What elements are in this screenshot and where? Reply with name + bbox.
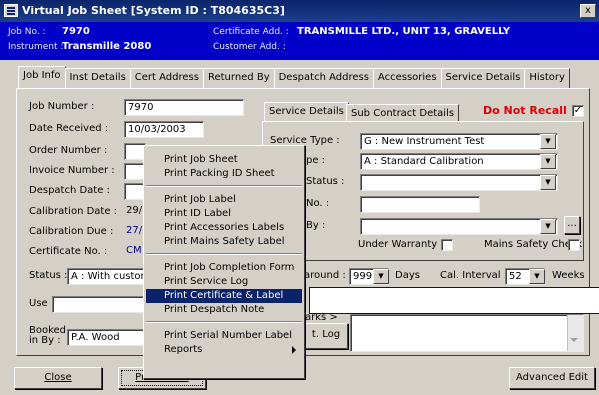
- remarks-field[interactable]: [350, 314, 584, 352]
- calibration-due-label: Calibration Due :: [29, 226, 114, 237]
- menu-item-print-id-label[interactable]: Print ID Label: [146, 207, 302, 221]
- tab-strip: Job Info Inst Details Cert Address Returned…: [18, 66, 570, 88]
- tab-sub-contract-details[interactable]: Sub Contract Details: [346, 104, 460, 121]
- job-no-label: Job No. :: [8, 27, 46, 37]
- remarks-scrollbar[interactable]: [567, 315, 583, 351]
- instrument-label: Instrument :: [8, 42, 64, 52]
- service-status-select[interactable]: [360, 174, 558, 191]
- invoice-number-label: Invoice Number :: [29, 165, 115, 176]
- service-by-lookup-button[interactable]: ...: [564, 216, 580, 234]
- advanced-edit-button[interactable]: Advanced Edit: [509, 367, 595, 389]
- despatch-date-label: Despatch Date :: [29, 185, 110, 196]
- print-context-menu: Print Job Sheet Print Packing ID Sheet P…: [143, 145, 305, 379]
- calibration-type-select[interactable]: A : Standard Calibration: [360, 153, 558, 170]
- menu-item-print-job-label[interactable]: Print Job Label: [146, 193, 302, 207]
- menu-item-print-packing-id-sheet[interactable]: Print Packing ID Sheet: [146, 167, 302, 181]
- menu-item-print-despatch-note[interactable]: Print Despatch Note: [146, 303, 302, 317]
- tab-history[interactable]: History: [524, 68, 570, 88]
- cal-interval-label: Cal. Interval :: [440, 270, 508, 281]
- tab-sub-service-details[interactable]: Service Details: [264, 102, 349, 121]
- menu-item-print-accessories-labels[interactable]: Print Accessories Labels: [146, 221, 302, 235]
- menu-item-reports[interactable]: Reports: [146, 343, 302, 357]
- use-field[interactable]: [52, 296, 144, 313]
- days-label: Days: [395, 270, 420, 281]
- calibration-date-value: 29/: [126, 205, 143, 216]
- service-status-dropdown-icon[interactable]: ▼: [540, 175, 556, 190]
- calibration-type-label: pe :: [306, 155, 326, 166]
- menu-item-print-mains-safety-label[interactable]: Print Mains Safety Label: [146, 235, 302, 249]
- certificate-no-value: CM: [126, 245, 142, 256]
- window-close-button[interactable]: x: [580, 4, 596, 18]
- service-type-select[interactable]: G : New Instrument Test: [360, 133, 558, 150]
- job-header: Job No. : 7970 Instrument : Transmille 2…: [0, 22, 599, 60]
- service-type-dropdown-icon[interactable]: ▼: [540, 134, 556, 149]
- job-no-value: 7970: [62, 26, 90, 37]
- weeks-label: Weeks: [552, 270, 585, 281]
- turnaround-dropdown-icon[interactable]: ▼: [373, 269, 389, 284]
- tab-despatch-address[interactable]: Despatch Address: [273, 68, 374, 88]
- calibration-due-value: 27/: [126, 225, 143, 236]
- date-received-field[interactable]: 10/03/2003: [124, 121, 204, 138]
- submenu-arrow-icon: [292, 346, 296, 354]
- job-number-field[interactable]: 7970: [124, 99, 244, 116]
- service-no-field[interactable]: [360, 196, 480, 213]
- app-icon: [4, 4, 18, 17]
- under-warranty-label: Under Warranty: [358, 239, 438, 250]
- tab-inst-details[interactable]: Inst Details: [64, 68, 131, 88]
- service-status-label: Status :: [306, 176, 345, 187]
- menu-item-print-certificate-label[interactable]: Print Certificate & Label: [146, 289, 302, 303]
- tab-service-details[interactable]: Service Details: [440, 68, 526, 88]
- job-number-label: Job Number :: [29, 101, 95, 112]
- turnaround-label: around :: [304, 270, 346, 281]
- customer-address-label: Customer Add. :: [213, 42, 286, 52]
- tab-job-info[interactable]: Job Info: [18, 66, 66, 88]
- cert-address-label: Certificate Add. :: [213, 27, 289, 37]
- status-label: Status :: [29, 270, 68, 281]
- calibration-date-label: Calibration Date :: [29, 206, 118, 217]
- cert-address-value: TRANSMILLE LTD., UNIT 13, GRAVELLY: [297, 26, 511, 37]
- menu-item-print-service-log[interactable]: Print Service Log: [146, 275, 302, 289]
- menu-item-print-job-completion-form[interactable]: Print Job Completion Form: [146, 261, 302, 275]
- tab-cert-address[interactable]: Cert Address: [129, 68, 204, 88]
- under-warranty-checkbox[interactable]: [441, 239, 453, 251]
- calibration-type-dropdown-icon[interactable]: ▼: [540, 154, 556, 169]
- date-received-label: Date Received :: [29, 123, 109, 134]
- certificate-no-label: Certificate No. :: [29, 246, 108, 257]
- service-no-label: No. :: [306, 198, 330, 209]
- log-button[interactable]: t. Log: [304, 323, 348, 349]
- tab-returned-by[interactable]: Returned By: [202, 68, 275, 88]
- use-label: Use :: [29, 298, 55, 309]
- service-by-select[interactable]: [360, 218, 558, 235]
- menu-separator: [146, 185, 302, 187]
- close-button[interactable]: Close: [14, 367, 102, 389]
- scroll-down-icon[interactable]: [570, 338, 578, 342]
- service-by-dropdown-icon[interactable]: ▼: [540, 219, 556, 234]
- menu-item-reports-label: Reports: [164, 344, 203, 355]
- tooltip-box: [309, 287, 599, 314]
- do-not-recall-checkbox[interactable]: ✓: [572, 105, 584, 117]
- do-not-recall-label: Do Not Recall: [483, 104, 567, 117]
- menu-item-print-serial-number-label[interactable]: Print Serial Number Label: [146, 329, 302, 343]
- menu-separator: [146, 321, 302, 323]
- booked-in-label: Booked in By :: [29, 326, 66, 346]
- tab-accessories[interactable]: Accessories: [372, 68, 442, 88]
- menu-item-print-job-sheet[interactable]: Print Job Sheet: [146, 153, 302, 167]
- window-title: Virtual Job Sheet [System ID : T804635C3…: [22, 4, 285, 17]
- booked-in-by-field[interactable]: P.A. Wood: [67, 329, 145, 346]
- order-number-label: Order Number :: [29, 145, 108, 156]
- service-by-label: By :: [306, 220, 326, 231]
- title-bar: Virtual Job Sheet [System ID : T804635C3…: [0, 0, 599, 22]
- booked-in-label-line2: in By :: [29, 335, 61, 346]
- mains-safety-check-checkbox[interactable]: [568, 239, 580, 251]
- cal-interval-dropdown-icon[interactable]: ▼: [529, 269, 545, 284]
- instrument-value: Transmille 2080: [62, 41, 152, 52]
- menu-separator: [146, 253, 302, 255]
- status-field[interactable]: A : With custom: [67, 268, 145, 285]
